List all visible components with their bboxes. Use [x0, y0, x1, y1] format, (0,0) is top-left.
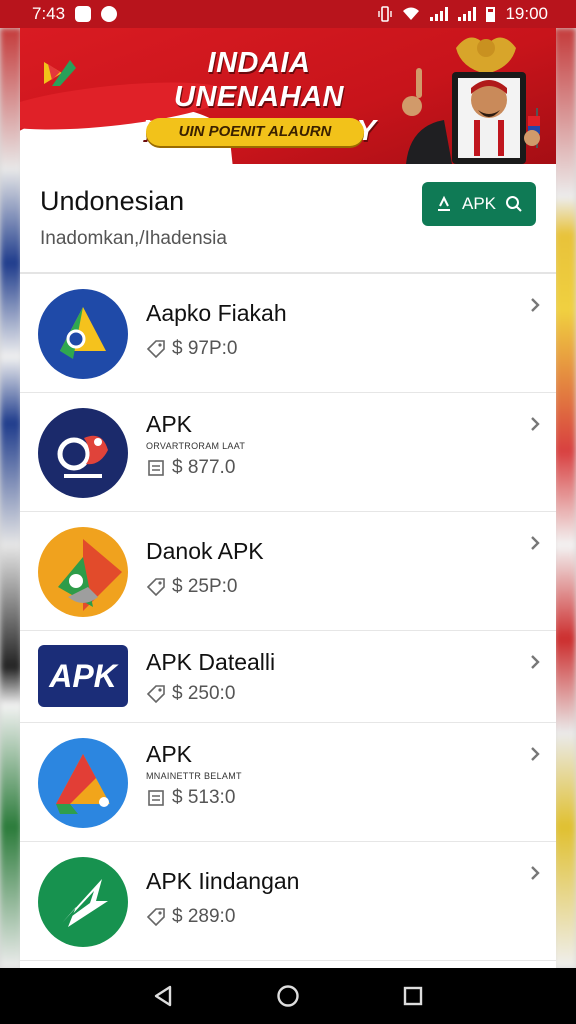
chevron-right-icon: [531, 747, 540, 761]
home-circle-icon: [277, 985, 299, 1007]
orange-play-icon: [38, 527, 128, 617]
main-card: INDAIA UNENAHAN INNARAKA AIPY UIN POENIT…: [20, 28, 556, 968]
navigation-bar: [0, 968, 576, 1024]
download-icon: [437, 195, 450, 211]
app-logo-icon: [44, 60, 76, 86]
app-price: $ 877.0: [172, 457, 236, 478]
banner-pill: UIN POENIT ALAURN: [146, 118, 364, 146]
tag-icon: [146, 685, 165, 704]
app-price: $ 513:0: [172, 787, 236, 808]
app-price: $ 289:0: [172, 906, 236, 927]
blue-triangle-icon: [38, 738, 128, 828]
back-button[interactable]: [143, 976, 183, 1016]
battery-icon: [486, 6, 496, 22]
app-price-row: $ 513:0: [146, 787, 235, 809]
wifi-icon: [403, 7, 420, 20]
app-price-row: $ 877.0: [146, 457, 235, 479]
app-name: APK Iindangan: [146, 868, 300, 894]
app-name: Aapko Fiakah: [146, 300, 287, 326]
app-name: APK Datealli: [146, 649, 276, 675]
chevron-right-icon: [531, 536, 540, 550]
app-price: $ 97P:0: [172, 338, 238, 359]
app-list-item[interactable]: APK Iindangan $ 289:0: [20, 842, 556, 961]
promo-banner[interactable]: INDAIA UNENAHAN INNARAKA AIPY UIN POENIT…: [20, 28, 556, 164]
back-triangle-icon: [154, 985, 171, 1007]
app-price: $ 25P:0: [172, 576, 238, 597]
chevron-right-icon: [531, 417, 540, 431]
apk-logo-icon: APK: [38, 645, 128, 707]
notification-icon: [75, 6, 92, 22]
telegram-icon: [101, 6, 118, 22]
page-title: Undonesian: [40, 186, 185, 216]
apk-search-button-label: APK: [461, 194, 497, 213]
svg-text:APK: APK: [48, 658, 119, 694]
page-header: Undonesian Inadomkan,/Ihadensia APK: [20, 164, 556, 274]
search-icon: [506, 196, 522, 212]
app-list: Aapko Fiakah $ 97P:0 APK ORVARTRORAM LAA…: [20, 274, 556, 961]
status-time-left: 7:43: [32, 4, 66, 23]
fox-badge-icon: [38, 408, 128, 498]
recents-button[interactable]: [393, 976, 433, 1016]
app-name: Danok APK: [146, 538, 264, 564]
status-right: 19:00: [378, 4, 548, 24]
recents-square-icon: [404, 986, 423, 1006]
app-tagline: ORVARTRORAM LAAT: [146, 441, 246, 451]
signal-icon-2: [458, 7, 477, 21]
list-icon: [148, 460, 164, 476]
background-blur-right: [554, 28, 576, 968]
home-button[interactable]: [268, 976, 308, 1016]
list-icon: [148, 790, 164, 806]
chevron-right-icon: [531, 655, 540, 669]
app-price: $ 250:0: [172, 683, 236, 704]
app-name: APK: [146, 741, 193, 767]
app-price-row: $ 25P:0: [146, 576, 238, 598]
app-price-row: $ 289:0: [146, 906, 235, 928]
apk-search-button[interactable]: APK: [422, 182, 536, 226]
tag-icon: [146, 908, 165, 927]
signal-icon: [430, 7, 449, 21]
chevron-right-icon: [531, 298, 540, 312]
app-list-item[interactable]: APK ORVARTRORAM LAAT $ 877.0: [20, 393, 556, 512]
app-price-row: $ 250:0: [146, 683, 235, 705]
status-bar: 7:43 19:00: [0, 0, 576, 28]
status-time-right: 19:00: [505, 4, 548, 23]
vibrate-icon: [378, 6, 393, 22]
app-list-item[interactable]: Danok APK $ 25P:0: [20, 512, 556, 631]
mascot-figure-icon: [402, 37, 540, 164]
background-blur-left: [0, 28, 22, 968]
status-left: 7:43: [32, 4, 118, 24]
app-list-item[interactable]: APK APK Datealli $ 250:0: [20, 631, 556, 723]
green-arrow-icon: [38, 857, 128, 947]
page-subtitle: Inadomkan,/Ihadensia: [40, 228, 227, 249]
triangle-green-icon: [38, 289, 128, 379]
tag-icon: [146, 340, 165, 359]
app-list-item[interactable]: Aapko Fiakah $ 97P:0: [20, 274, 556, 393]
app-tagline: MNAINETTR BELAMT: [146, 771, 242, 781]
chevron-right-icon: [531, 866, 540, 880]
app-list-item[interactable]: APK MNAINETTR BELAMT $ 513:0: [20, 723, 556, 842]
app-name: APK: [146, 411, 193, 437]
tag-icon: [146, 578, 165, 597]
app-price-row: $ 97P:0: [146, 338, 238, 360]
